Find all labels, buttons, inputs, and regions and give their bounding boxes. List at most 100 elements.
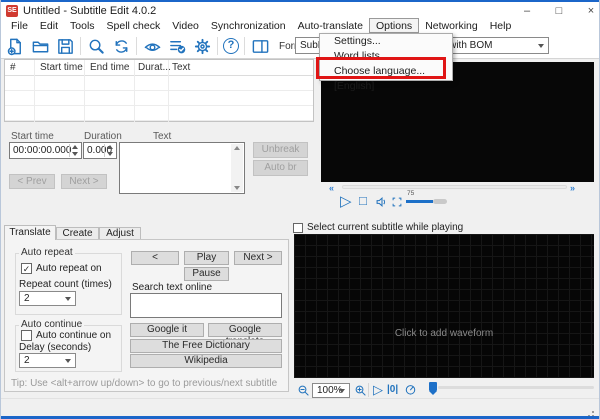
duration-input[interactable]: 0.000 [83, 142, 117, 159]
start-time-input[interactable]: 00:00:00.000 [9, 142, 82, 159]
menu-options[interactable]: Options [369, 18, 419, 33]
chevron-down-icon [65, 297, 71, 301]
resize-grip-icon[interactable] [592, 411, 594, 413]
playback-speed-icon[interactable] [404, 383, 417, 399]
free-dictionary-button[interactable]: The Free Dictionary [130, 339, 282, 353]
close-button[interactable]: × [577, 4, 600, 19]
column-end-time[interactable]: End time [90, 62, 129, 73]
start-time-label: Start time [11, 131, 54, 142]
search-online-label: Search text online [132, 282, 212, 293]
find-icon[interactable] [86, 36, 106, 56]
menu-item-settings[interactable]: Settings... [320, 34, 452, 49]
fullscreen-icon[interactable] [391, 196, 403, 211]
next-button[interactable]: Next > [61, 174, 107, 189]
column-start-time[interactable]: Start time [40, 62, 83, 73]
auto-continue-label: Auto continue [19, 319, 84, 330]
text-label: Text [153, 131, 171, 142]
tip-text: Tip: Use <alt+arrow up/down> to go to pr… [11, 378, 277, 389]
divider [84, 60, 85, 122]
open-file-icon[interactable] [30, 36, 50, 56]
menu-file[interactable]: File [5, 18, 34, 33]
menu-synchronization[interactable]: Synchronization [205, 18, 292, 33]
delay-dropdown[interactable]: 2 [19, 353, 76, 368]
wikipedia-button[interactable]: Wikipedia [130, 354, 282, 368]
play-icon[interactable]: ▷ [340, 192, 352, 210]
highlight-box [316, 57, 446, 79]
settings-gear-icon[interactable] [192, 36, 212, 56]
replace-icon[interactable] [111, 36, 131, 56]
menu-edit[interactable]: Edit [34, 18, 64, 33]
scroll-up-icon[interactable] [234, 146, 240, 150]
subtitle-text-area[interactable] [119, 142, 245, 194]
toolbar-separator [217, 37, 218, 55]
scrollbar[interactable] [231, 144, 243, 192]
next-sub-button[interactable]: Next > [234, 251, 282, 265]
repeat-count-label: Repeat count (times) [19, 279, 112, 290]
layout-icon[interactable] [250, 36, 270, 56]
select-subtitle-label: Select current subtitle while playing [307, 222, 463, 233]
divider [5, 105, 313, 106]
position-marker-tip [429, 391, 437, 395]
waveform-zoom-dropdown[interactable]: 100% [312, 383, 350, 398]
auto-repeat-checkbox[interactable]: ✓ [21, 263, 32, 274]
column-number[interactable]: # [10, 62, 16, 73]
seek-back-icon[interactable]: « [329, 183, 334, 193]
search-online-input[interactable] [130, 293, 282, 318]
volume-icon[interactable] [375, 195, 389, 212]
select-subtitle-checkbox[interactable] [293, 223, 303, 233]
back-button[interactable]: < [131, 251, 179, 265]
google-translate-button[interactable]: Google translate [208, 323, 282, 337]
position-marker[interactable] [429, 382, 437, 391]
auto-continue-checkbox[interactable] [21, 330, 32, 341]
auto-br-button[interactable]: Auto br [253, 160, 308, 176]
duration-stepper[interactable] [104, 144, 115, 157]
spell-check-icon[interactable] [167, 36, 187, 56]
divider [134, 60, 135, 122]
titlebar: SE Untitled - Subtitle Edit 4.0.2 – □ × [1, 2, 600, 18]
subtitle-list: # Start time End time Durat... Text [4, 59, 314, 122]
column-text[interactable]: Text [172, 62, 190, 73]
visual-sync-icon[interactable] [142, 36, 162, 56]
prev-button[interactable]: < Prev [9, 174, 55, 189]
menu-spell-check[interactable]: Spell check [101, 18, 167, 33]
waveform-play-icon[interactable]: ▷ [373, 382, 383, 398]
help-icon[interactable]: ? [223, 38, 239, 54]
chevron-down-icon [339, 389, 345, 393]
column-duration[interactable]: Durat... [138, 62, 171, 73]
divider [5, 75, 313, 76]
save-icon[interactable] [55, 36, 75, 56]
unbreak-button[interactable]: Unbreak [253, 142, 308, 158]
menu-networking[interactable]: Networking [419, 18, 484, 33]
auto-repeat-checkbox-label: Auto repeat on [36, 263, 102, 274]
volume-slider-knob[interactable] [433, 199, 447, 204]
start-time-stepper[interactable] [69, 144, 80, 157]
menu-video[interactable]: Video [166, 18, 205, 33]
minimize-button[interactable]: – [513, 4, 541, 19]
menubar: File Edit Tools Spell check Video Synchr… [1, 18, 600, 34]
google-it-button[interactable]: Google it [130, 323, 204, 337]
duration-label: Duration [84, 131, 122, 142]
menu-tools[interactable]: Tools [64, 18, 101, 33]
menu-help[interactable]: Help [484, 18, 518, 33]
position-track[interactable] [438, 386, 594, 389]
stop-icon[interactable]: □ [359, 193, 367, 208]
divider [34, 60, 35, 122]
scroll-down-icon[interactable] [234, 186, 240, 190]
menu-auto-translate[interactable]: Auto-translate [292, 18, 369, 33]
waveform-area[interactable]: Click to add waveform [294, 234, 594, 378]
new-file-icon[interactable] [5, 36, 25, 56]
video-seekbar[interactable] [342, 185, 567, 189]
play-from-zero-icon[interactable]: |0| [387, 384, 398, 395]
chevron-down-icon [65, 359, 71, 363]
volume-slider-fill[interactable] [406, 200, 433, 203]
play-button[interactable]: Play [184, 251, 229, 265]
seek-forward-icon[interactable]: » [570, 183, 575, 193]
divider [168, 60, 169, 122]
pause-button[interactable]: Pause [184, 267, 229, 281]
maximize-button[interactable]: □ [545, 4, 573, 19]
toolbar-separator [136, 37, 137, 55]
app-window: SE Untitled - Subtitle Edit 4.0.2 – □ × … [0, 0, 600, 419]
tab-translate[interactable]: Translate [4, 225, 56, 240]
divider [368, 383, 369, 397]
repeat-count-dropdown[interactable]: 2 [19, 291, 76, 306]
